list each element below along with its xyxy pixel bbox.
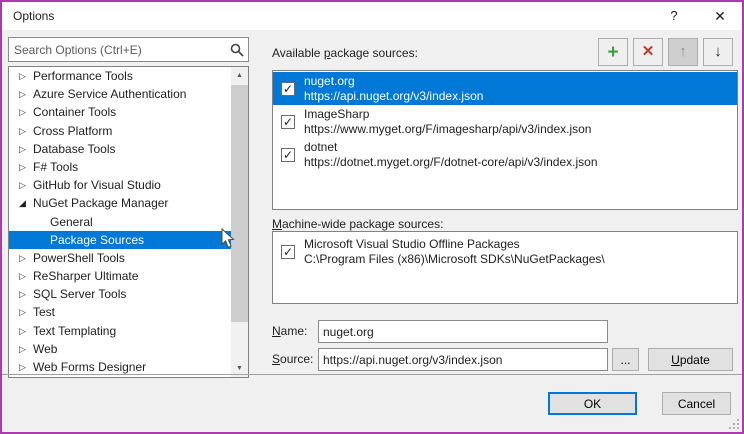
chevron-right-icon: ▷ <box>19 285 33 303</box>
move-down-button[interactable]: ↓ <box>703 38 733 66</box>
sidebar-item-resharper-ultimate[interactable]: ▷ReSharper Ultimate <box>9 267 231 285</box>
source-checkbox[interactable]: ✓ <box>281 148 295 162</box>
search-icon <box>230 43 244 57</box>
sidebar-item-package-sources[interactable]: Package Sources <box>9 231 231 249</box>
close-button[interactable]: ✕ <box>706 2 734 30</box>
search-input[interactable] <box>8 37 249 62</box>
available-sources-label: Available package sources: <box>272 46 418 60</box>
add-source-button[interactable]: + <box>598 38 628 66</box>
move-up-button[interactable]: ↑ <box>668 38 698 66</box>
chevron-right-icon: ▷ <box>19 176 33 194</box>
sidebar-item-performance-tools[interactable]: ▷Performance Tools <box>9 67 231 85</box>
chevron-right-icon: ▷ <box>19 103 33 121</box>
titlebar: Options ? ✕ <box>2 2 742 30</box>
source-input[interactable] <box>318 348 608 371</box>
chevron-expanded-icon: ◢ <box>19 194 33 212</box>
sidebar-item-azure-service-authentication[interactable]: ▷Azure Service Authentication <box>9 85 231 103</box>
source-row-dotnet[interactable]: ✓ dotnethttps://dotnet.myget.org/F/dotne… <box>273 138 737 171</box>
ok-button[interactable]: OK <box>548 392 637 415</box>
name-input[interactable] <box>318 320 608 343</box>
sidebar-item-general[interactable]: General <box>9 213 231 231</box>
source-label: Source: <box>272 352 313 366</box>
sidebar-item-sql-server-tools[interactable]: ▷SQL Server Tools <box>9 285 231 303</box>
chevron-right-icon: ▷ <box>19 140 33 158</box>
footer-separator <box>2 374 742 375</box>
options-dialog: Options ? ✕ ▷Performance Tools ▷Azure Se… <box>0 0 744 434</box>
sidebar-item-database-tools[interactable]: ▷Database Tools <box>9 140 231 158</box>
sidebar-item-text-templating[interactable]: ▷Text Templating <box>9 322 231 340</box>
sidebar-item-cross-platform[interactable]: ▷Cross Platform <box>9 122 231 140</box>
machine-wide-sources-list: ✓ Microsoft Visual Studio Offline Packag… <box>272 231 738 304</box>
sidebar-item-test[interactable]: ▷Test <box>9 303 231 321</box>
source-checkbox[interactable]: ✓ <box>281 245 295 259</box>
sidebar-item-container-tools[interactable]: ▷Container Tools <box>9 103 231 121</box>
options-tree: ▷Performance Tools ▷Azure Service Authen… <box>8 66 249 378</box>
chevron-right-icon: ▷ <box>19 376 33 377</box>
chevron-right-icon: ▷ <box>19 85 33 103</box>
sidebar-item-web[interactable]: ▷Web <box>9 340 231 358</box>
browse-button[interactable]: ... <box>612 348 639 371</box>
chevron-right-icon: ▷ <box>19 267 33 285</box>
chevron-right-icon: ▷ <box>19 67 33 85</box>
sidebar-item-web-performance-test-tools[interactable]: ▷Web Performance Test Tools <box>9 376 231 377</box>
scroll-up-icon[interactable]: ▲ <box>231 67 248 84</box>
sidebar-item-fsharp-tools[interactable]: ▷F# Tools <box>9 158 231 176</box>
tree-scrollbar[interactable]: ▲ ▼ <box>231 67 248 377</box>
remove-source-button[interactable]: ✕ <box>633 38 663 66</box>
chevron-right-icon: ▷ <box>19 340 33 358</box>
sidebar-item-github-for-visual-studio[interactable]: ▷GitHub for Visual Studio <box>9 176 231 194</box>
chevron-right-icon: ▷ <box>19 158 33 176</box>
update-button[interactable]: Update <box>648 348 733 371</box>
help-button[interactable]: ? <box>660 2 688 30</box>
source-row-offline-packages[interactable]: ✓ Microsoft Visual Studio Offline Packag… <box>273 235 737 268</box>
scrollbar-thumb[interactable] <box>231 85 248 322</box>
chevron-right-icon: ▷ <box>19 303 33 321</box>
machine-wide-sources-label: Machine-wide package sources: <box>272 217 443 231</box>
chevron-right-icon: ▷ <box>19 322 33 340</box>
sidebar-item-powershell-tools[interactable]: ▷PowerShell Tools <box>9 249 231 267</box>
chevron-right-icon: ▷ <box>19 122 33 140</box>
chevron-right-icon: ▷ <box>19 249 33 267</box>
source-checkbox[interactable]: ✓ <box>281 115 295 129</box>
tree-rows: ▷Performance Tools ▷Azure Service Authen… <box>9 67 231 377</box>
cancel-button[interactable]: Cancel <box>662 392 731 415</box>
source-row-nuget-org[interactable]: ✓ nuget.orghttps://api.nuget.org/v3/inde… <box>273 72 737 105</box>
package-sources-list: ✓ nuget.orghttps://api.nuget.org/v3/inde… <box>272 70 738 210</box>
sidebar-item-nuget-package-manager[interactable]: ◢NuGet Package Manager <box>9 194 231 212</box>
name-label: Name: <box>272 324 307 338</box>
resize-grip[interactable] <box>727 417 739 429</box>
window-title: Options <box>13 2 54 30</box>
source-checkbox[interactable]: ✓ <box>281 82 295 96</box>
source-row-imagesharp[interactable]: ✓ ImageSharphttps://www.myget.org/F/imag… <box>273 105 737 138</box>
